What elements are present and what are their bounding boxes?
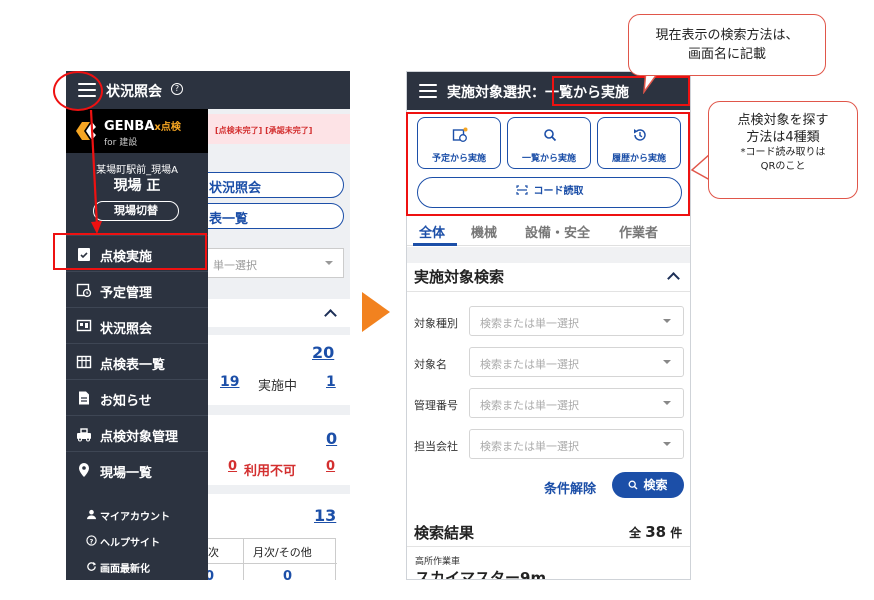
tab-machine[interactable]: 機械 xyxy=(471,222,497,241)
modes-note-callout: 点検対象を探す 方法は4種類 *コード読み取りは QRのこと xyxy=(708,101,858,199)
category-tabs: 全体 機械 設備・安全 作業者 xyxy=(407,218,690,246)
card1-total[interactable]: 20 xyxy=(312,343,334,362)
equipment-icon xyxy=(77,428,91,442)
modes-note-line2: 方法は4種類 xyxy=(746,130,820,145)
modes-highlight-box xyxy=(406,112,690,216)
hamburger-highlight-circle xyxy=(53,71,103,111)
card3-total[interactable]: 13 xyxy=(314,506,336,525)
nav-item-notices[interactable]: お知らせ xyxy=(66,379,208,415)
chevron-up-icon[interactable] xyxy=(324,309,337,322)
list-button[interactable]: 表一覧 xyxy=(184,203,344,229)
inspection-highlight-box xyxy=(53,233,207,270)
chevron-down-icon xyxy=(663,442,671,450)
genba-logo-icon xyxy=(76,122,96,140)
help-circle-icon[interactable]: ? xyxy=(171,83,183,95)
result-item-name[interactable]: スカイマスター9m xyxy=(415,567,546,579)
tab-worker[interactable]: 作業者 xyxy=(619,222,658,241)
reset-conditions-link[interactable]: 条件解除 xyxy=(544,478,596,497)
active-tab-underline xyxy=(413,243,457,246)
card1-value-b[interactable]: 1 xyxy=(326,374,336,390)
status-card-3: 13 週次 月次/その他 0 0 xyxy=(197,494,350,580)
field-label-target-name: 対象名 xyxy=(414,358,447,371)
panel-divider xyxy=(407,291,690,292)
title-note-line2: 画面名に記載 xyxy=(687,47,766,62)
app-logo: GENBAx点検 for 建設 xyxy=(66,109,208,153)
nav-item-target-management[interactable]: 点検対象管理 xyxy=(66,415,208,451)
collapse-row xyxy=(206,299,350,327)
sub-item-refresh[interactable]: 画面最新化 xyxy=(66,555,208,579)
status-board-icon xyxy=(76,319,92,332)
result-category: 高所作業車 xyxy=(415,557,461,567)
refresh-icon xyxy=(87,561,97,571)
card1-value-a[interactable]: 19 xyxy=(220,374,239,390)
left-screen: 状況照会 ? [点検未完了] [承認未完了] 状況照会 表一覧 単一選択 20 … xyxy=(66,71,350,580)
tab-all[interactable]: 全体 xyxy=(419,222,445,241)
results-count: 全 38 件 xyxy=(629,523,683,541)
chevron-up-icon[interactable] xyxy=(667,272,680,285)
help-circle-icon: ? xyxy=(86,535,97,546)
switch-site-button[interactable]: 現場切替 xyxy=(93,201,179,221)
title-note-line1: 現在表示の検索方法は、 xyxy=(655,28,799,43)
company-select[interactable]: 検索または単一選択 xyxy=(469,429,684,459)
nav-item-status[interactable]: 状況照会 xyxy=(66,307,208,343)
field-label-management-number: 管理番号 xyxy=(414,399,458,412)
background-select[interactable]: 単一選択 xyxy=(206,248,344,278)
field-label-company: 担当会社 xyxy=(414,440,458,453)
nav-item-site-list[interactable]: 現場一覧 xyxy=(66,451,208,487)
modes-note-line1: 点検対象を探す xyxy=(737,113,829,128)
sub-item-help-site[interactable]: ? ヘルプサイト xyxy=(66,529,208,553)
chevron-down-icon xyxy=(663,401,671,409)
calendar-clock-icon xyxy=(76,283,92,298)
card3-table: 週次 月次/その他 0 0 xyxy=(197,538,337,580)
person-icon xyxy=(86,509,97,520)
left-header: 状況照会 ? xyxy=(66,71,350,109)
card2-value-b[interactable]: 0 xyxy=(326,459,335,474)
alert-banner[interactable]: [点検未完了] [承認未完了] xyxy=(206,114,350,144)
modes-note-line4: QRのこと xyxy=(760,161,806,172)
sub-item-my-account[interactable]: マイアカウント xyxy=(66,503,208,527)
card2-status-label: 利用不可 xyxy=(244,464,297,479)
search-button[interactable]: 検索 xyxy=(612,472,684,498)
search-icon xyxy=(629,480,638,490)
card1-status-label: 実施中 xyxy=(258,379,298,394)
title-note-callout: 現在表示の検索方法は、 画面名に記載 xyxy=(628,14,826,76)
nav-item-sheet-list[interactable]: 点検表一覧 xyxy=(66,343,208,379)
status-button[interactable]: 状況照会 xyxy=(184,172,344,198)
chevron-down-icon xyxy=(325,261,333,269)
svg-text:?: ? xyxy=(90,537,94,545)
transition-arrow-icon xyxy=(362,292,390,332)
brand-name: GENBAx点検 xyxy=(104,119,181,134)
target-type-select[interactable]: 検索または単一選択 xyxy=(469,306,684,336)
chevron-down-icon xyxy=(663,360,671,368)
tab-facility-safety[interactable]: 設備・安全 xyxy=(525,222,590,241)
brand-sub: for 建設 xyxy=(104,138,138,148)
site-name: 某場町駅前_現場A xyxy=(96,165,178,176)
location-pin-icon xyxy=(79,463,89,477)
field-label-target-type: 対象種別 xyxy=(414,317,458,330)
left-page-title: 状況照会 xyxy=(106,84,162,100)
modes-note-line3: *コード読み取りは xyxy=(740,147,826,158)
management-number-select[interactable]: 検索または単一選択 xyxy=(469,388,684,418)
results-title: 検索結果 xyxy=(414,524,475,542)
notice-document-icon xyxy=(79,391,89,405)
section-separator xyxy=(407,247,690,263)
navigation-drawer: GENBAx点検 for 建設 某場町駅前_現場A 現場 正 現場切替 点検実施… xyxy=(66,109,208,580)
search-panel-title: 実施対象検索 xyxy=(414,268,505,286)
card3-val-b[interactable]: 0 xyxy=(283,569,292,580)
chevron-down-icon xyxy=(663,319,671,327)
user-name: 現場 正 xyxy=(113,178,161,194)
target-name-select[interactable]: 検索または単一選択 xyxy=(469,347,684,377)
status-card-2: 0 0 利用不可 0 xyxy=(206,415,350,485)
hamburger-menu-icon[interactable] xyxy=(419,84,437,98)
card2-value-a[interactable]: 0 xyxy=(228,459,237,474)
results-divider xyxy=(407,546,690,547)
nav-item-schedule[interactable]: 予定管理 xyxy=(66,271,208,307)
table-list-icon xyxy=(76,355,92,369)
card2-total[interactable]: 0 xyxy=(326,429,337,448)
status-card-1: 20 19 実施中 1 xyxy=(206,335,350,405)
card3-col-b: 月次/その他 xyxy=(253,546,312,559)
